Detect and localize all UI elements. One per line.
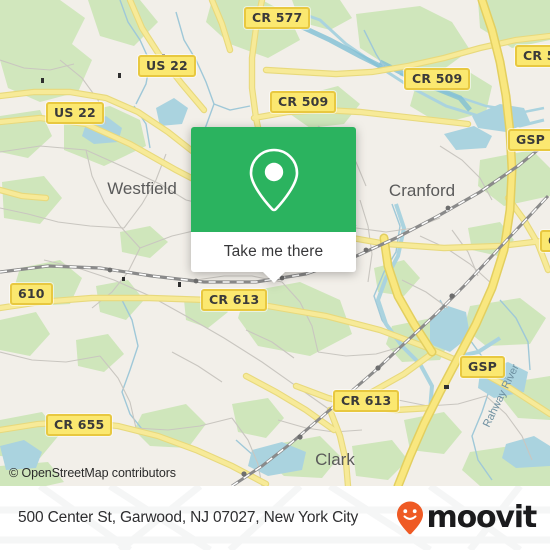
road-shield: CR 655 xyxy=(46,414,113,436)
road-shield: US 22 xyxy=(46,102,104,124)
moovit-smiley-pin-icon xyxy=(396,501,423,535)
road-shield-label: CR 509 xyxy=(523,48,550,63)
road-shield: CR 577 xyxy=(244,7,311,29)
location-pin-icon xyxy=(249,148,298,211)
callout-action-panel[interactable]: Take me there xyxy=(191,232,356,283)
take-me-there-label: Take me there xyxy=(223,243,324,260)
road-shield: GSP xyxy=(460,356,506,378)
road-shield-label: CR 655 xyxy=(54,417,105,432)
road-shield-label: CR 577 xyxy=(252,10,303,25)
moovit-wordmark: moovit xyxy=(426,500,538,535)
callout-pointer xyxy=(261,271,286,283)
road-shield-label: CR 509 xyxy=(412,71,463,86)
road-shield: CR 509 xyxy=(270,91,337,113)
road-shield: CR 509 xyxy=(404,68,471,90)
road-shield-label: GSP xyxy=(468,359,498,374)
road-shield: CR 509 xyxy=(515,45,550,67)
footer-bar: 500 Center St, Garwood, NJ 07027, New Yo… xyxy=(0,486,550,550)
road-shield: CR 613 xyxy=(333,390,400,412)
road-shield: CR 613 xyxy=(201,289,268,311)
road-shield: 610 xyxy=(10,283,53,305)
location-address-text: 500 Center St, Garwood, NJ 07027, New Yo… xyxy=(18,509,359,526)
road-shield-label: CR 613 xyxy=(341,393,392,408)
destination-callout[interactable]: Take me there xyxy=(191,127,356,283)
road-shield-label: GSP xyxy=(516,132,546,147)
road-shield: US 22 xyxy=(138,55,196,77)
road-shield-label: CR 509 xyxy=(278,94,329,109)
road-shield: GSP xyxy=(508,129,550,151)
road-shield-label: 610 xyxy=(18,286,45,301)
moovit-brand[interactable]: moovit xyxy=(395,500,538,536)
road-shield-label: US 22 xyxy=(54,105,96,120)
openstreetmap-attribution[interactable]: © OpenStreetMap contributors xyxy=(9,466,176,480)
road-shield: CR 6 xyxy=(540,230,550,252)
road-shield-label: CR 613 xyxy=(209,292,260,307)
road-shield-label: US 22 xyxy=(146,58,188,73)
callout-image-panel xyxy=(191,127,356,232)
map-canvas[interactable]: Westfield Cranford Clark Rahway River CR… xyxy=(0,0,550,486)
